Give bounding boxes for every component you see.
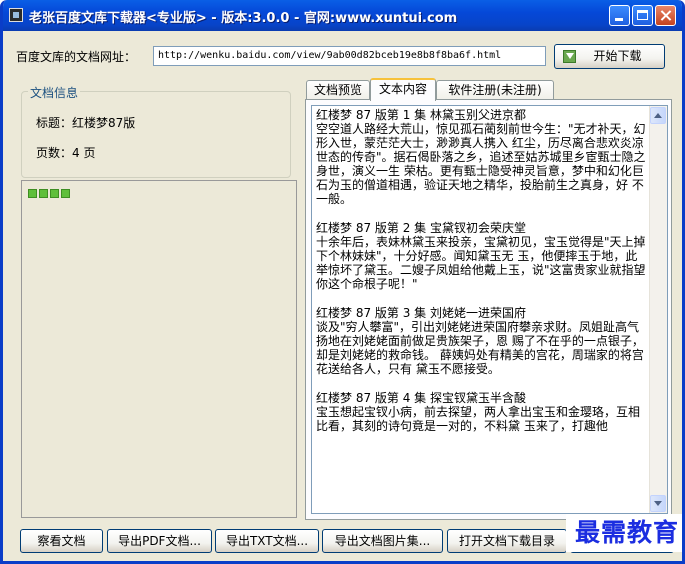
episode-heading: 红楼梦 87 版第 3 集 刘姥姥一进荣国府 [316,306,526,320]
url-label: 百度文库的文档网址： [16,50,137,64]
minimize-button[interactable] [609,5,630,26]
maximize-button[interactable] [632,5,653,26]
doc-info-legend: 文档信息 [28,84,81,101]
episode-body: 十余年后，表妹林黛玉来投亲，宝黛初见，宝玉觉得是"天上掉下个林妹妹"，十分好感。… [316,235,646,291]
window-title: 老张百度文库下载器<专业版> - 版本:3.0.0 - 官网:www.xuntu… [29,11,458,26]
text-content: 红楼梦 87 版第 1 集 林黛玉别父进京都 空空道人路经大荒山，惊见孤石蔺刻前… [316,108,648,448]
text-content-box[interactable]: 红楼梦 87 版第 1 集 林黛玉别父进京都 空空道人路经大荒山，惊见孤石蔺刻前… [311,105,668,514]
episode-heading: 红楼梦 87 版第 2 集 宝黛钗初会荣庆堂 [316,221,526,235]
doc-pages-info: 页数：4 页 [36,146,96,160]
export-images-button[interactable]: 导出文档图片集... [322,529,443,553]
close-window-button[interactable] [655,5,676,26]
export-txt-button[interactable]: 导出TXT文档... [215,529,319,553]
episode-heading: 红楼梦 87 版第 1 集 林黛玉别父进京都 [316,108,526,122]
start-download-button[interactable]: 开始下载 [554,44,665,69]
start-download-label: 开始下载 [593,49,642,63]
episode-heading: 红楼梦 87 版第 4 集 探宝钗黛玉半含酸 [316,391,526,405]
loader-block [50,189,59,198]
thumbnail-preview-area [21,180,297,518]
tab-panel: 红楼梦 87 版第 1 集 林黛玉别父进京都 空空道人路经大荒山，惊见孤石蔺刻前… [305,99,672,520]
doc-info-group: 文档信息 标题：红楼梦87版 页数：4 页 [21,84,291,178]
main-window: 老张百度文库下载器<专业版> - 版本:3.0.0 - 官网:www.xuntu… [0,0,685,564]
app-icon [9,8,23,22]
download-icon [563,50,576,63]
url-input[interactable]: http://wenku.baidu.com/view/9ab00d82bceb… [153,46,546,66]
tab-registration[interactable]: 软件注册(未注册) [436,80,554,100]
episode-body: 宝玉想起宝钗小病，前去探望，两人拿出宝玉和金璎珞，互相比看，其刻的诗句竟是一对的… [316,405,641,433]
title-bar[interactable]: 老张百度文库下载器<专业版> - 版本:3.0.0 - 官网:www.xuntu… [3,0,682,31]
episode-body: 空空道人路经大荒山，惊见孤石蔺刻前世今生："无才补天，幻形入世，蒙茫茫大士，渺渺… [316,122,646,206]
doc-title-info: 标题：红楼梦87版 [36,116,136,130]
episode-paragraph: 红楼梦 87 版第 2 集 宝黛钗初会荣庆堂 十余年后，表妹林黛玉来投亲，宝黛初… [316,221,648,291]
open-download-folder-button[interactable]: 打开文档下载目录 [447,529,567,553]
watermark-text: 最需教育 [566,514,682,552]
vertical-scrollbar[interactable] [649,106,667,513]
loader-block [61,189,70,198]
episode-body: 谈及"穷人攀富"，引出刘姥姥进荣国府攀亲求财。凤姐趾高气扬地在刘姥姥面前做足贵族… [316,320,644,376]
scroll-up-icon[interactable] [650,107,666,124]
episode-paragraph: 红楼梦 87 版第 1 集 林黛玉别父进京都 空空道人路经大荒山，惊见孤石蔺刻前… [316,108,648,206]
scroll-down-icon[interactable] [650,495,666,512]
tab-doc-preview[interactable]: 文档预览 [306,80,370,100]
view-document-button[interactable]: 察看文档 [20,529,103,553]
loader-block [28,189,37,198]
export-pdf-button[interactable]: 导出PDF文档... [107,529,212,553]
tab-text-content[interactable]: 文本内容 [370,78,436,101]
episode-paragraph: 红楼梦 87 版第 3 集 刘姥姥一进荣国府 谈及"穷人攀富"，引出刘姥姥进荣国… [316,306,648,376]
loader-block [39,189,48,198]
loading-indicator [28,187,72,201]
episode-paragraph: 红楼梦 87 版第 4 集 探宝钗黛玉半含酸 宝玉想起宝钗小病，前去探望，两人拿… [316,391,648,433]
